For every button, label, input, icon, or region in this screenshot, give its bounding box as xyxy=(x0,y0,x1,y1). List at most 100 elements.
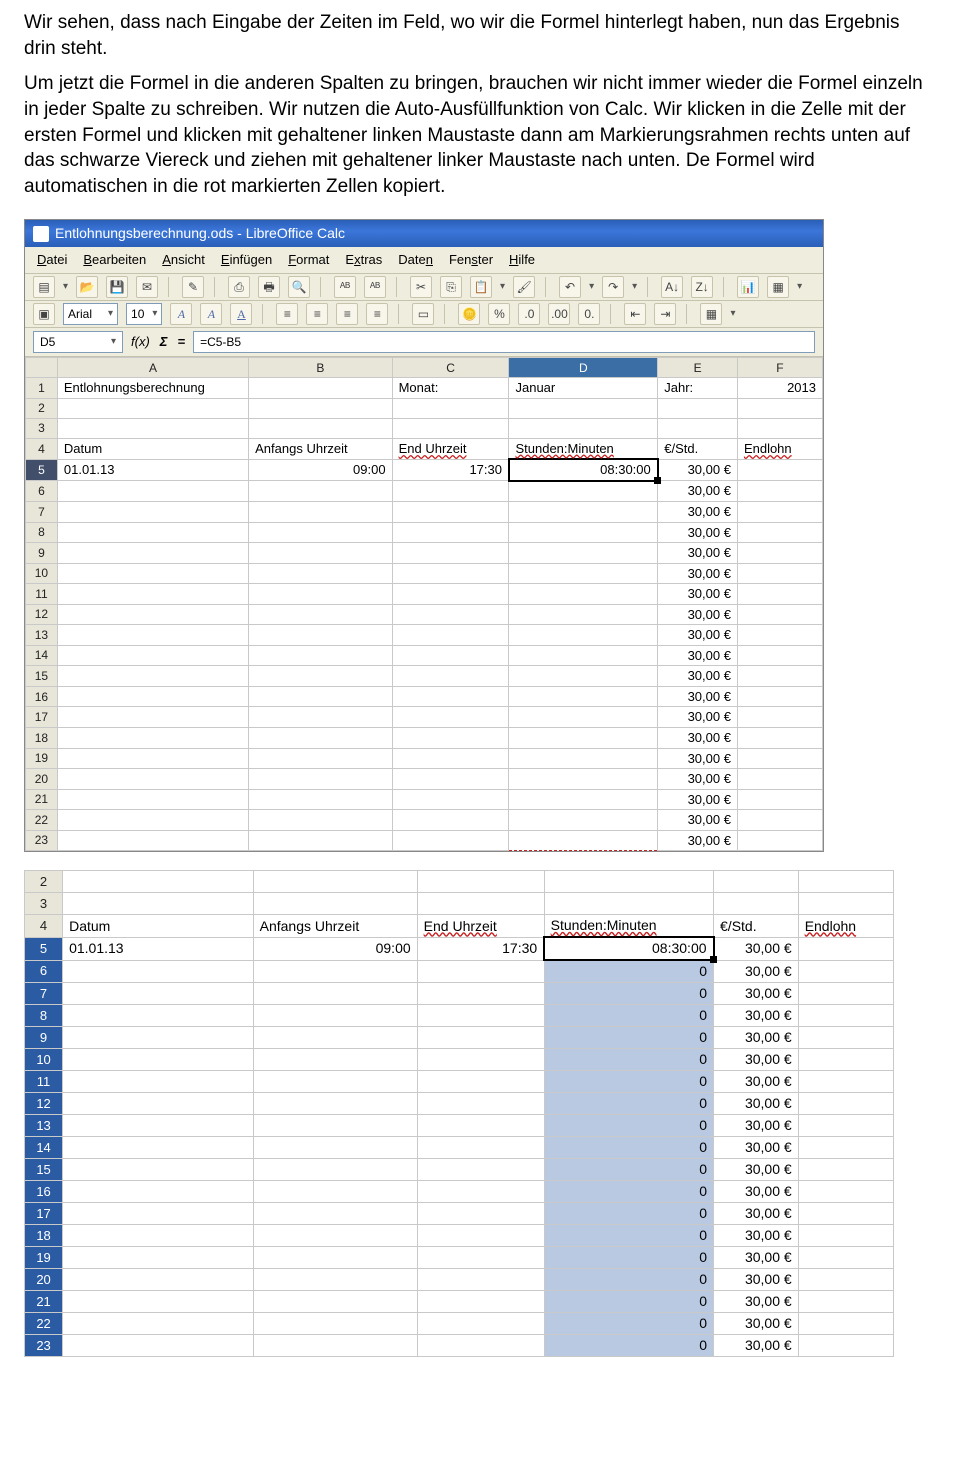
cell[interactable] xyxy=(57,769,248,790)
cell[interactable] xyxy=(63,1048,254,1070)
cell[interactable]: 30,00 € xyxy=(714,1004,799,1026)
cell[interactable] xyxy=(392,810,509,831)
cell[interactable] xyxy=(714,871,799,893)
cell[interactable] xyxy=(737,459,822,481)
cell[interactable] xyxy=(737,830,822,851)
cell[interactable] xyxy=(509,666,658,687)
row-header[interactable]: 15 xyxy=(25,1158,63,1180)
font-size-combo[interactable]: 10 ▾ xyxy=(126,303,162,325)
cell[interactable] xyxy=(63,871,254,893)
row-header[interactable]: 10 xyxy=(26,563,58,584)
formatting-toolbar[interactable]: ▣ Arial ▾ 10 ▾ A A A ≡ ≡ ≡ ≡ ▭ 🪙 % .0 .0… xyxy=(25,301,823,328)
cell[interactable] xyxy=(253,982,417,1004)
cell[interactable] xyxy=(57,789,248,810)
cell[interactable] xyxy=(392,418,509,438)
cell[interactable] xyxy=(57,501,248,522)
cell[interactable] xyxy=(63,1136,254,1158)
cell[interactable] xyxy=(798,1290,893,1312)
row-header[interactable]: 14 xyxy=(25,1136,63,1158)
print-icon[interactable]: 🖶 xyxy=(258,276,280,298)
cell[interactable] xyxy=(253,1092,417,1114)
cell[interactable] xyxy=(249,707,392,728)
chevron-down-icon[interactable]: ▾ xyxy=(111,335,116,349)
cell[interactable] xyxy=(253,1180,417,1202)
cell[interactable]: 08:30:00 xyxy=(544,937,713,960)
cell[interactable]: Anfangs Uhrzeit xyxy=(249,438,392,459)
cell[interactable] xyxy=(798,1092,893,1114)
cell[interactable] xyxy=(417,1246,544,1268)
cell[interactable]: 0 xyxy=(544,1114,713,1136)
dropdown-icon[interactable]: ▾ xyxy=(797,280,802,294)
cell[interactable] xyxy=(737,604,822,625)
col-header-e[interactable]: E xyxy=(658,358,738,378)
cell[interactable] xyxy=(57,810,248,831)
row-header[interactable]: 20 xyxy=(25,1268,63,1290)
cell[interactable]: 0 xyxy=(544,1026,713,1048)
cell[interactable] xyxy=(417,1290,544,1312)
cell[interactable] xyxy=(392,563,509,584)
row-header[interactable]: 11 xyxy=(25,1070,63,1092)
cell[interactable] xyxy=(57,418,248,438)
cell[interactable] xyxy=(249,645,392,666)
sort-desc-icon[interactable]: Z↓ xyxy=(691,276,713,298)
sort-asc-icon[interactable]: A↓ xyxy=(661,276,683,298)
cell[interactable]: 0 xyxy=(544,1246,713,1268)
edit-icon[interactable]: ✎ xyxy=(182,276,204,298)
cell[interactable] xyxy=(417,1114,544,1136)
cell[interactable] xyxy=(798,1048,893,1070)
cell[interactable]: Januar xyxy=(509,378,658,399)
cell[interactable] xyxy=(658,398,738,418)
cell[interactable] xyxy=(417,1070,544,1092)
cell[interactable] xyxy=(57,543,248,564)
cell[interactable] xyxy=(417,1048,544,1070)
row-header[interactable]: 8 xyxy=(25,1004,63,1026)
row-header[interactable]: 2 xyxy=(25,871,63,893)
cell[interactable] xyxy=(509,501,658,522)
cell[interactable] xyxy=(737,666,822,687)
cell[interactable] xyxy=(253,871,417,893)
row-header[interactable]: 5 xyxy=(25,937,63,960)
cell[interactable] xyxy=(249,481,392,502)
row-header[interactable]: 16 xyxy=(25,1180,63,1202)
cell[interactable] xyxy=(392,686,509,707)
cell[interactable]: €/Std. xyxy=(714,915,799,937)
cell[interactable] xyxy=(737,810,822,831)
cell[interactable]: 30,00 € xyxy=(714,1158,799,1180)
cell[interactable] xyxy=(249,625,392,646)
cell[interactable] xyxy=(253,1158,417,1180)
dropdown-icon[interactable]: ▾ xyxy=(730,307,735,321)
cell[interactable]: 30,00 € xyxy=(714,1048,799,1070)
name-box[interactable]: D5 ▾ xyxy=(33,331,123,353)
row-header[interactable]: 3 xyxy=(25,893,63,915)
cell[interactable]: 0 xyxy=(544,1092,713,1114)
cell[interactable]: End Uhrzeit xyxy=(392,438,509,459)
spreadsheet-grid-filled[interactable]: 234DatumAnfangs UhrzeitEnd UhrzeitStunde… xyxy=(24,870,894,1357)
cell[interactable] xyxy=(63,1092,254,1114)
cell[interactable] xyxy=(737,481,822,502)
cell[interactable] xyxy=(798,893,893,915)
cell[interactable] xyxy=(737,707,822,728)
cell[interactable]: 30,00 € xyxy=(714,1268,799,1290)
cell[interactable]: 0 xyxy=(544,1268,713,1290)
col-header-c[interactable]: C xyxy=(392,358,509,378)
cell[interactable]: 0 xyxy=(544,1180,713,1202)
cell[interactable] xyxy=(249,584,392,605)
cell[interactable]: 30,00 € xyxy=(658,625,738,646)
cell[interactable] xyxy=(417,1158,544,1180)
cell[interactable] xyxy=(63,893,254,915)
menu-data[interactable]: Daten xyxy=(394,249,437,271)
cell[interactable] xyxy=(737,789,822,810)
cell[interactable]: 0 xyxy=(544,1290,713,1312)
row-header[interactable]: 12 xyxy=(25,1092,63,1114)
equals-icon[interactable]: = xyxy=(175,333,187,351)
align-center-icon[interactable]: ≡ xyxy=(306,303,328,325)
cell[interactable] xyxy=(417,1180,544,1202)
cell[interactable]: 0 xyxy=(544,1224,713,1246)
cell[interactable] xyxy=(249,830,392,851)
cell[interactable] xyxy=(249,810,392,831)
cell[interactable] xyxy=(509,748,658,769)
cell[interactable] xyxy=(417,1026,544,1048)
cell[interactable] xyxy=(509,686,658,707)
cell[interactable] xyxy=(417,1202,544,1224)
cell[interactable]: 30,00 € xyxy=(658,543,738,564)
